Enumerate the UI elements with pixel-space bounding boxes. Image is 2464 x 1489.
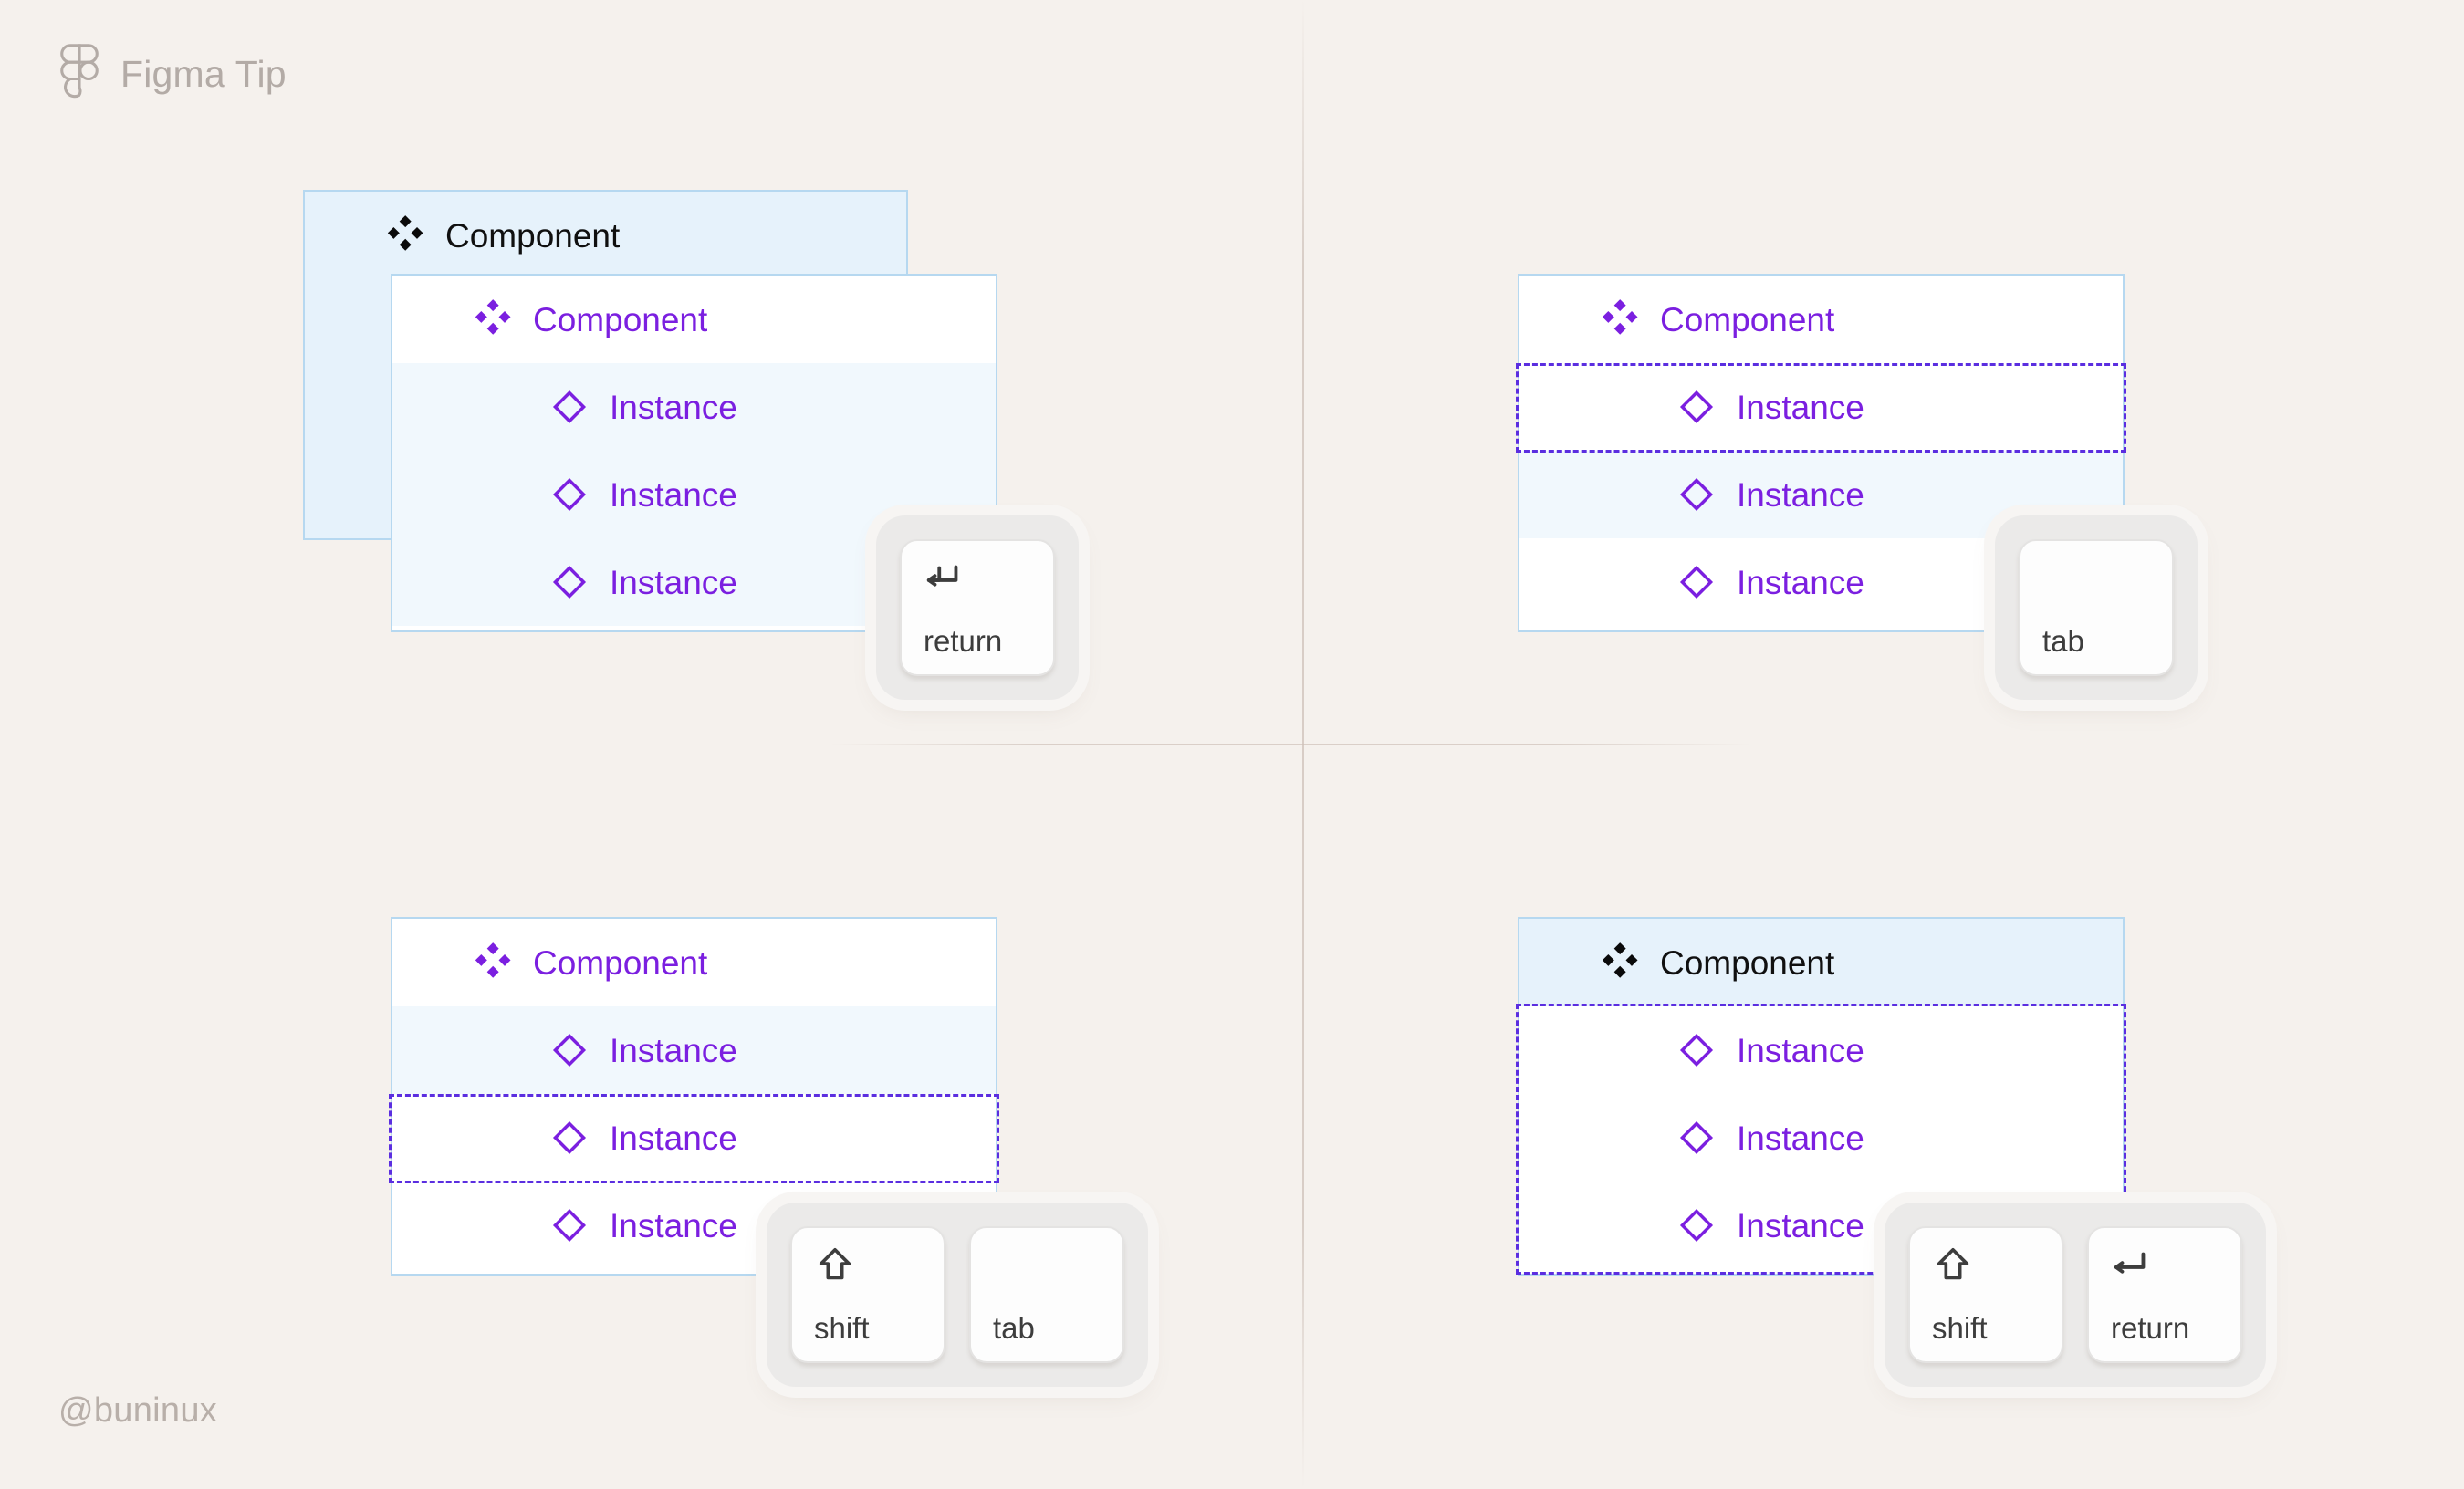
layer-row-component[interactable]: Component (1519, 919, 2123, 1006)
layer-row-instance[interactable]: Instance (392, 1006, 996, 1094)
layer-row-instance[interactable]: Instance (392, 363, 996, 451)
layer-row-instance-selected[interactable]: Instance (392, 1094, 996, 1182)
instance-diamond-outline-icon (1679, 477, 1714, 512)
layer-label: Instance (610, 1206, 737, 1244)
instance-diamond-outline-icon (552, 1033, 587, 1067)
page-header: Figma Tip (58, 44, 287, 104)
return-arrow-icon (926, 565, 958, 587)
key-shift[interactable]: shift (790, 1226, 945, 1363)
shortcut-keys-top-left: return (876, 515, 1079, 700)
instance-diamond-outline-icon (552, 1208, 587, 1243)
key-label: return (2111, 1311, 2190, 1345)
figma-logo-icon (58, 44, 100, 104)
layer-row-instance[interactable]: Instance (1519, 1094, 2123, 1182)
shortcut-keys-top-right: tab (1995, 515, 2198, 700)
shortcut-keys-bottom-left: shift tab (767, 1203, 1148, 1387)
key-label: tab (993, 1311, 1035, 1345)
instance-diamond-outline-icon (1679, 565, 1714, 599)
layer-row-component-ghost[interactable]: Component (305, 192, 906, 279)
component-diamond-icon (475, 942, 511, 978)
layer-label: Instance (1737, 1119, 1864, 1157)
layer-label: Instance (1737, 563, 1864, 601)
key-return[interactable]: return (900, 539, 1055, 676)
component-diamond-icon (475, 299, 511, 335)
instance-diamond-outline-icon (552, 565, 587, 599)
instance-diamond-outline-icon (1679, 390, 1714, 424)
layer-row-instance[interactable]: Instance (1519, 1006, 2123, 1094)
layer-label: Instance (1737, 388, 1864, 426)
key-label: shift (814, 1311, 870, 1345)
layer-label: Component (445, 216, 621, 255)
layer-label: Instance (1737, 1031, 1864, 1069)
key-label: shift (1932, 1311, 1988, 1345)
layer-label: Instance (610, 1031, 737, 1069)
shortcut-keys-bottom-right: shift return (1885, 1203, 2266, 1387)
layer-label: Component (533, 943, 708, 982)
return-arrow-icon (2114, 1252, 2146, 1274)
page-title: Figma Tip (120, 52, 287, 95)
component-diamond-icon (1602, 942, 1638, 978)
layer-row-component[interactable]: Component (392, 919, 996, 1006)
key-return[interactable]: return (2087, 1226, 2242, 1363)
layer-label: Instance (610, 1119, 737, 1157)
layer-label: Component (533, 300, 708, 338)
key-label: tab (2042, 624, 2084, 658)
layer-row-component[interactable]: Component (1519, 276, 2123, 363)
layer-label: Instance (1737, 475, 1864, 514)
layer-label: Component (1660, 943, 1835, 982)
layer-label: Instance (610, 563, 737, 601)
component-diamond-icon (387, 215, 423, 251)
instance-diamond-outline-icon (552, 477, 587, 512)
watermark: @buninux (58, 1391, 218, 1430)
key-tab[interactable]: tab (2019, 539, 2174, 676)
layer-label: Instance (610, 475, 737, 514)
shift-arrow-up-icon (819, 1247, 851, 1280)
component-diamond-icon (1602, 299, 1638, 335)
instance-diamond-outline-icon (1679, 1208, 1714, 1243)
instance-diamond-outline-icon (1679, 1033, 1714, 1067)
instance-diamond-outline-icon (552, 390, 587, 424)
key-tab[interactable]: tab (969, 1226, 1124, 1363)
layer-row-instance-selected[interactable]: Instance (1519, 363, 2123, 451)
instance-diamond-outline-icon (1679, 1120, 1714, 1155)
divider-horizontal (830, 744, 1752, 745)
key-label: return (924, 624, 1003, 658)
layer-label: Component (1660, 300, 1835, 338)
layer-label: Instance (1737, 1206, 1864, 1244)
layer-label: Instance (610, 388, 737, 426)
shift-arrow-up-icon (1937, 1247, 1969, 1280)
key-shift[interactable]: shift (1908, 1226, 2063, 1363)
instance-diamond-outline-icon (552, 1120, 587, 1155)
layer-row-component[interactable]: Component (392, 276, 996, 363)
